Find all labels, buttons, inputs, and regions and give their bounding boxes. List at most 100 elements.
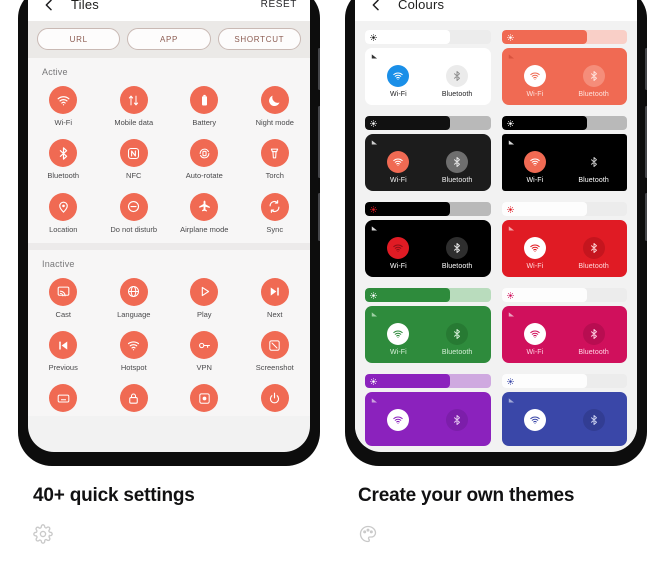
- tile-battery[interactable]: Battery: [169, 79, 240, 132]
- tile-cast[interactable]: Cast: [28, 271, 99, 324]
- qs-tile-bluetooth[interactable]: Bluetooth: [564, 151, 623, 184]
- phone-side-button[interactable]: [318, 106, 320, 178]
- page-title: Tiles: [71, 0, 99, 12]
- brightness-slider[interactable]: [501, 288, 627, 302]
- phone-side-button[interactable]: [318, 48, 320, 90]
- reset-button[interactable]: RESET: [261, 0, 297, 10]
- qs-tile-wifi[interactable]: Wi-Fi: [369, 65, 428, 98]
- theme-option-dark-grey[interactable]: Wi-Fi Bluetooth: [365, 116, 491, 191]
- brightness-icon: [506, 291, 514, 299]
- tile-language[interactable]: Language: [99, 271, 170, 324]
- quick-settings-card[interactable]: [365, 392, 491, 446]
- brightness-slider[interactable]: [365, 202, 491, 216]
- tile-bluetooth[interactable]: Bluetooth: [28, 132, 99, 185]
- chevron-left-icon[interactable]: [368, 0, 384, 13]
- bluetooth-icon: [446, 409, 469, 431]
- quick-settings-card[interactable]: Wi-Fi Bluetooth: [365, 306, 491, 363]
- brightness-slider[interactable]: [501, 30, 627, 44]
- qs-tile-wifi[interactable]: Wi-Fi: [506, 237, 565, 270]
- brightness-slider[interactable]: [501, 202, 627, 216]
- tile-lock[interactable]: [99, 377, 170, 413]
- qs-tile-wifi[interactable]: [506, 409, 565, 435]
- tile-label: Location: [49, 224, 78, 234]
- qs-tile-wifi[interactable]: Wi-Fi: [369, 323, 428, 356]
- tile-nfc[interactable]: NFC: [99, 132, 170, 185]
- quick-settings-card[interactable]: Wi-Fi Bluetooth: [365, 220, 491, 277]
- quick-settings-card[interactable]: Wi-Fi Bluetooth: [501, 220, 627, 277]
- theme-option-red[interactable]: Wi-Fi Bluetooth: [501, 202, 627, 277]
- quick-settings-card[interactable]: Wi-Fi Bluetooth: [365, 48, 491, 105]
- qs-tile-wifi[interactable]: Wi-Fi: [369, 237, 428, 270]
- phone-side-button[interactable]: [645, 106, 647, 178]
- brightness-slider[interactable]: [365, 30, 491, 44]
- tile-screen-record[interactable]: [169, 377, 240, 413]
- tile-sync[interactable]: Sync: [240, 186, 311, 239]
- bluetooth-icon: [582, 237, 605, 259]
- tile-screenshot[interactable]: Screenshot: [240, 324, 311, 377]
- qs-tile-wifi[interactable]: [369, 409, 428, 435]
- qs-tile-wifi[interactable]: Wi-Fi: [506, 323, 565, 356]
- qs-tile-wifi[interactable]: Wi-Fi: [506, 65, 565, 98]
- brightness-slider[interactable]: [365, 116, 491, 130]
- brightness-slider[interactable]: [501, 374, 627, 388]
- chip-shortcut[interactable]: SHORTCUT: [217, 28, 301, 50]
- chevron-left-icon[interactable]: [41, 0, 57, 13]
- tile-mobile-data[interactable]: Mobile data: [99, 79, 170, 132]
- chip-url[interactable]: URL: [37, 28, 121, 50]
- caption-title: Create your own themes: [358, 485, 575, 506]
- quick-settings-card[interactable]: Wi-Fi Bluetooth: [365, 134, 491, 191]
- tile-vpn[interactable]: VPN: [169, 324, 240, 377]
- signal-icon: [508, 54, 514, 59]
- qs-tile-bluetooth[interactable]: Bluetooth: [428, 323, 487, 356]
- tile-wifi[interactable]: Wi-Fi: [28, 79, 99, 132]
- quick-settings-card[interactable]: [501, 392, 627, 446]
- tile-do-not-disturb[interactable]: Do not disturb: [99, 186, 170, 239]
- qs-tile-bluetooth[interactable]: Bluetooth: [428, 65, 487, 98]
- brightness-slider[interactable]: [365, 374, 491, 388]
- qs-tile-bluetooth[interactable]: Bluetooth: [564, 65, 623, 98]
- brightness-slider[interactable]: [365, 288, 491, 302]
- qs-tile-bluetooth[interactable]: [428, 409, 487, 435]
- tile-airplane-mode[interactable]: Airplane mode: [169, 186, 240, 239]
- qs-tile-bluetooth[interactable]: Bluetooth: [428, 237, 487, 270]
- tile-hotspot[interactable]: Hotspot: [99, 324, 170, 377]
- phone-side-button[interactable]: [318, 193, 320, 241]
- tile-previous[interactable]: Previous: [28, 324, 99, 377]
- tile-torch[interactable]: Torch: [240, 132, 311, 185]
- qs-tile-bluetooth[interactable]: Bluetooth: [564, 323, 623, 356]
- theme-option-pink[interactable]: Wi-Fi Bluetooth: [501, 288, 627, 363]
- tile-location[interactable]: Location: [28, 186, 99, 239]
- qs-tile-bluetooth[interactable]: Bluetooth: [428, 151, 487, 184]
- tile-label: Mobile data: [114, 118, 154, 127]
- tile-keyboard[interactable]: [28, 377, 99, 413]
- phone-side-button[interactable]: [645, 193, 647, 241]
- theme-option-coral[interactable]: Wi-Fi Bluetooth: [501, 30, 627, 105]
- qs-label: Bluetooth: [441, 349, 473, 356]
- theme-option-black-red[interactable]: Wi-Fi Bluetooth: [365, 202, 491, 277]
- quick-settings-card[interactable]: Wi-Fi Bluetooth: [501, 306, 627, 363]
- tile-next[interactable]: Next: [240, 271, 311, 324]
- qs-label: Bluetooth: [441, 177, 473, 184]
- play-icon: [190, 277, 219, 306]
- qs-tile-wifi[interactable]: Wi-Fi: [506, 151, 565, 184]
- qs-label: Wi-Fi: [526, 91, 544, 98]
- quick-settings-card[interactable]: Wi-Fi Bluetooth: [501, 48, 627, 105]
- theme-option-amoled-black[interactable]: Wi-Fi Bluetooth: [501, 116, 627, 191]
- qs-tile-bluetooth[interactable]: [564, 409, 623, 435]
- tile-power[interactable]: [240, 377, 311, 413]
- theme-option-purple[interactable]: [365, 374, 491, 446]
- brightness-icon: [370, 119, 377, 127]
- qs-tile-bluetooth[interactable]: Bluetooth: [564, 237, 623, 270]
- theme-option-indigo[interactable]: [501, 374, 627, 446]
- theme-option-light-blue[interactable]: Wi-Fi Bluetooth: [365, 30, 491, 105]
- tile-night-mode[interactable]: Night mode: [240, 79, 311, 132]
- quick-settings-card[interactable]: Wi-Fi Bluetooth: [501, 134, 627, 191]
- theme-option-green[interactable]: Wi-Fi Bluetooth: [365, 288, 491, 363]
- tile-play[interactable]: Play: [169, 271, 240, 324]
- tile-auto-rotate[interactable]: Auto-rotate: [169, 132, 240, 185]
- tile-label: Next: [267, 309, 283, 319]
- brightness-slider[interactable]: [501, 116, 627, 130]
- phone-side-button[interactable]: [645, 48, 647, 90]
- chip-app[interactable]: APP: [127, 28, 211, 50]
- qs-tile-wifi[interactable]: Wi-Fi: [369, 151, 428, 184]
